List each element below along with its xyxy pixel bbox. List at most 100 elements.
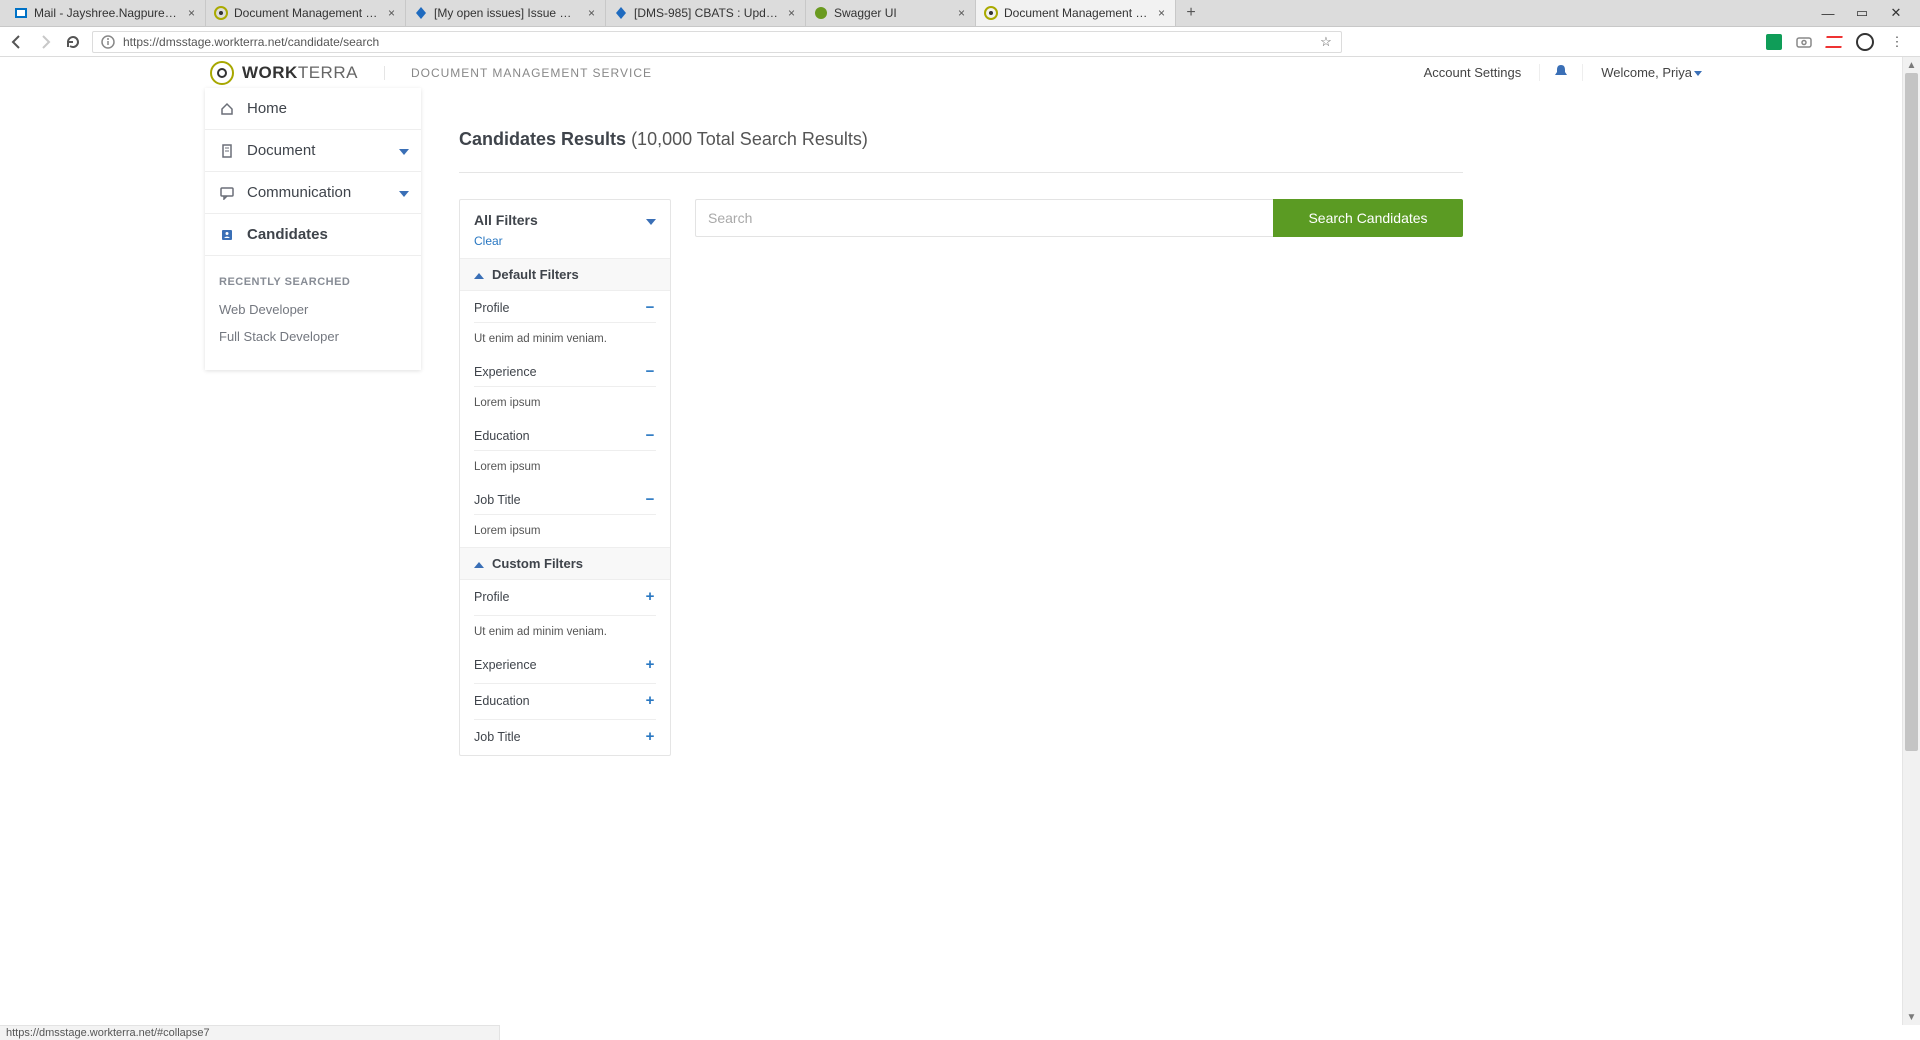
search-input[interactable] (695, 199, 1273, 237)
tab-label: Document Management Service (234, 6, 380, 20)
scroll-thumb[interactable] (1905, 73, 1918, 751)
chat-icon (219, 185, 235, 201)
close-icon[interactable]: × (586, 6, 597, 20)
status-url: https://dmsstage.workterra.net/#collapse… (6, 1027, 210, 1039)
chevron-down-icon (646, 212, 656, 228)
sidebar-item-document[interactable]: Document (205, 130, 421, 172)
all-filters-toggle[interactable]: All Filters (460, 200, 670, 234)
collapse-icon[interactable]: − (644, 427, 656, 444)
url-text: https://dmsstage.workterra.net/candidate… (123, 35, 379, 49)
dms-icon (214, 6, 228, 20)
close-icon[interactable]: × (186, 6, 197, 20)
address-bar[interactable]: https://dmsstage.workterra.net/candidate… (92, 31, 1342, 53)
filter-row-jobtitle-custom[interactable]: Job Title + (460, 720, 670, 755)
window-controls: — ▭ ✕ (1820, 0, 1914, 26)
filter-row-experience-custom[interactable]: Experience + (460, 648, 670, 677)
tab-label: [My open issues] Issue Navigato (434, 6, 580, 20)
browser-tab[interactable]: [My open issues] Issue Navigato × (406, 0, 606, 26)
vertical-scrollbar[interactable]: ▲ ▼ (1902, 57, 1920, 1025)
bell-icon[interactable] (1539, 64, 1583, 81)
home-icon (219, 101, 235, 117)
dms-icon (984, 6, 998, 20)
search-row: All Filters Clear Default Filters Profil… (459, 199, 1463, 756)
custom-filters-header[interactable]: Custom Filters (460, 547, 670, 580)
jira-icon (614, 6, 628, 20)
browser-tab-active[interactable]: Document Management Service × (976, 0, 1176, 26)
expand-icon[interactable]: + (644, 656, 656, 673)
main-content: Candidates Results (10,000 Total Search … (421, 89, 1501, 756)
outlook-icon (14, 6, 28, 20)
sidebar-item-communication[interactable]: Communication (205, 172, 421, 214)
collapse-icon[interactable]: − (644, 299, 656, 316)
clear-filters-link[interactable]: Clear (460, 234, 670, 258)
sidebar-item-candidates[interactable]: Candidates (205, 214, 421, 256)
sidebar-item-label: Candidates (247, 226, 328, 243)
user-menu[interactable]: Welcome, Priya (1583, 65, 1702, 80)
info-icon[interactable] (99, 33, 117, 51)
sidebar: Home Document Communication C (205, 88, 421, 370)
browser-status-bar: https://dmsstage.workterra.net/#collapse… (0, 1025, 500, 1040)
filter-row-jobtitle[interactable]: Job Title − (460, 483, 670, 508)
minimize-icon[interactable]: — (1820, 6, 1836, 21)
welcome-text: Welcome, Priya (1601, 65, 1692, 80)
maximize-icon[interactable]: ▭ (1854, 5, 1870, 21)
back-icon[interactable] (8, 33, 26, 51)
browser-tab[interactable]: [DMS-985] CBATS : Update Existi × (606, 0, 806, 26)
tab-label: Swagger UI (834, 6, 950, 20)
chevron-down-icon (399, 184, 409, 201)
brand-logo-block[interactable]: WORKTERRA (210, 61, 358, 85)
app-header: WORKTERRA DOCUMENT MANAGEMENT SERVICE Ac… (0, 57, 1902, 89)
forward-icon[interactable] (36, 33, 54, 51)
close-icon[interactable]: × (786, 6, 797, 20)
tab-label: Document Management Service (1004, 6, 1150, 20)
new-tab-button[interactable]: + (1176, 0, 1206, 26)
recent-section-label: RECENTLY SEARCHED (205, 256, 421, 296)
person-icon (219, 227, 235, 243)
sidebar-item-label: Home (247, 100, 287, 117)
document-icon (219, 143, 235, 159)
browser-tab[interactable]: Swagger UI × (806, 0, 976, 26)
close-window-icon[interactable]: ✕ (1888, 5, 1904, 21)
tab-label: Mail - Jayshree.Nagpure@caree (34, 6, 180, 20)
expand-icon[interactable]: + (644, 692, 656, 709)
scroll-up-icon[interactable]: ▲ (1903, 57, 1920, 73)
tab-label: [DMS-985] CBATS : Update Existi (634, 6, 780, 20)
expand-icon[interactable]: + (644, 728, 656, 745)
chrome-menu-icon[interactable]: ⋮ (1888, 33, 1906, 51)
browser-tab[interactable]: Mail - Jayshree.Nagpure@caree × (6, 0, 206, 26)
filter-row-profile-custom[interactable]: Profile + (460, 580, 670, 609)
account-settings-link[interactable]: Account Settings (1406, 65, 1540, 80)
app-layout: Home Document Communication C (0, 89, 1902, 756)
filter-row-education-custom[interactable]: Education + (460, 684, 670, 713)
sidebar-item-label: Communication (247, 184, 351, 201)
filter-row-experience[interactable]: Experience − (460, 355, 670, 380)
chevron-up-icon (474, 267, 484, 282)
reload-icon[interactable] (64, 33, 82, 51)
sidebar-item-home[interactable]: Home (205, 88, 421, 130)
collapse-icon[interactable]: − (644, 363, 656, 380)
filter-row-profile[interactable]: Profile − (460, 291, 670, 316)
filter-row-education[interactable]: Education − (460, 419, 670, 444)
results-header: Candidates Results (10,000 Total Search … (459, 129, 1463, 173)
brand-text: WORKTERRA (242, 63, 358, 83)
default-filters-header[interactable]: Default Filters (460, 258, 670, 291)
search-candidates-button[interactable]: Search Candidates (1273, 199, 1463, 237)
profile-avatar-icon[interactable] (1856, 33, 1874, 51)
extension-red-icon[interactable] (1825, 36, 1842, 48)
close-icon[interactable]: × (1156, 6, 1167, 20)
expand-icon[interactable]: + (644, 588, 656, 605)
extension-green-icon[interactable] (1766, 34, 1782, 50)
recent-search-item[interactable]: Full Stack Developer (205, 323, 421, 350)
star-icon[interactable]: ☆ (1317, 33, 1335, 51)
recent-search-item[interactable]: Web Developer (205, 296, 421, 323)
header-right: Account Settings Welcome, Priya (1406, 64, 1902, 81)
logo-icon (210, 61, 234, 85)
service-title: DOCUMENT MANAGEMENT SERVICE (384, 66, 652, 80)
close-icon[interactable]: × (956, 6, 967, 20)
collapse-icon[interactable]: − (644, 491, 656, 508)
scroll-down-icon[interactable]: ▼ (1903, 1009, 1920, 1025)
browser-tab[interactable]: Document Management Service × (206, 0, 406, 26)
close-icon[interactable]: × (386, 6, 397, 20)
filters-panel: All Filters Clear Default Filters Profil… (459, 199, 671, 756)
extension-camera-icon[interactable] (1796, 34, 1812, 50)
